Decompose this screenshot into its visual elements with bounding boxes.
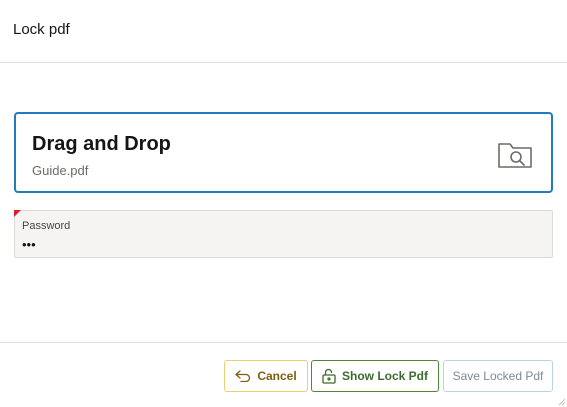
password-field[interactable]: Password ••• xyxy=(14,210,553,258)
cancel-label: Cancel xyxy=(257,369,297,383)
save-locked-pdf-label: Save Locked Pdf xyxy=(452,369,544,383)
dialog-title: Lock pdf xyxy=(13,21,70,38)
show-lock-pdf-button[interactable]: Show Lock Pdf xyxy=(311,360,439,392)
password-label: Password xyxy=(22,220,71,232)
unlock-icon xyxy=(322,368,336,384)
password-input[interactable]: ••• xyxy=(22,237,36,252)
lock-pdf-dialog: Lock pdf Drag and Drop Guide.pdf Passwor… xyxy=(0,0,567,407)
save-locked-pdf-button[interactable]: Save Locked Pdf xyxy=(443,360,553,392)
folder-search-icon[interactable] xyxy=(497,140,533,170)
resize-grip-icon[interactable] xyxy=(558,398,566,406)
cancel-button[interactable]: Cancel xyxy=(224,360,308,392)
selected-file-name: Guide.pdf xyxy=(32,163,89,178)
dialog-header: Lock pdf xyxy=(0,0,567,63)
drop-zone-heading: Drag and Drop xyxy=(32,133,171,155)
show-lock-pdf-label: Show Lock Pdf xyxy=(341,369,428,383)
file-drop-zone[interactable]: Drag and Drop Guide.pdf xyxy=(14,112,553,193)
dialog-footer: Cancel Show Lock Pdf Save Locked Pdf xyxy=(0,342,567,407)
undo-arrow-icon xyxy=(235,370,251,382)
required-indicator xyxy=(14,210,21,217)
